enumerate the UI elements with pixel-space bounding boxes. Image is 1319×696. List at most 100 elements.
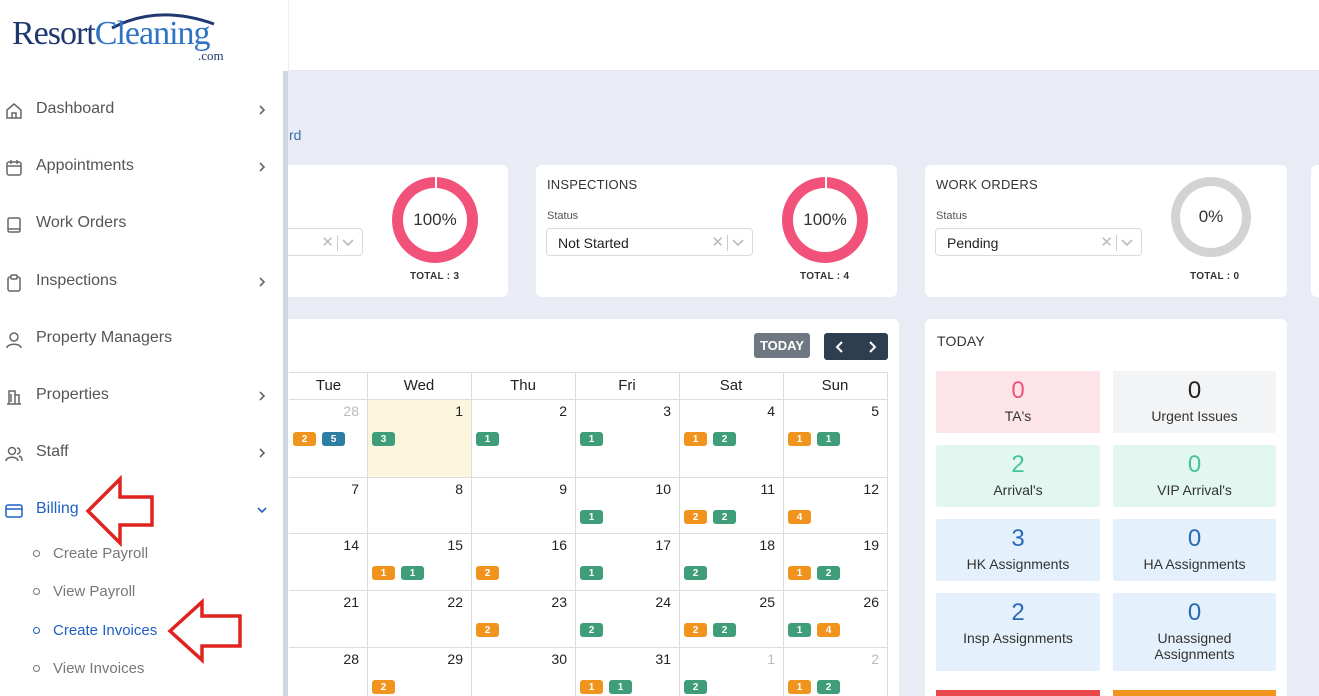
event-count-badge[interactable]: 1 bbox=[817, 432, 840, 446]
grid-line bbox=[471, 372, 472, 696]
stat-tile-count: 0 bbox=[1187, 451, 1202, 478]
event-count-badge[interactable]: 1 bbox=[580, 680, 603, 694]
day-number[interactable]: 16 bbox=[471, 537, 567, 553]
chevron-right-icon bbox=[259, 448, 266, 458]
day-number[interactable]: 8 bbox=[367, 481, 463, 497]
event-count-badge[interactable]: 1 bbox=[788, 680, 811, 694]
stat-tile[interactable]: 0 Urgent Issues bbox=[1113, 371, 1276, 433]
progress-percent: 100% bbox=[403, 188, 467, 252]
day-number[interactable]: 4 bbox=[679, 403, 775, 419]
sidebar-item-property-managers[interactable]: Property Managers bbox=[0, 319, 283, 359]
day-number[interactable]: 25 bbox=[679, 594, 775, 610]
sidebar-item-properties[interactable]: Properties bbox=[0, 376, 283, 416]
sidebar-item-inspections[interactable]: Inspections bbox=[0, 262, 283, 302]
day-number[interactable]: 1 bbox=[367, 403, 463, 419]
chevron-down-icon[interactable] bbox=[341, 235, 355, 252]
sidebar-scrollbar[interactable] bbox=[283, 71, 288, 696]
event-count-badge[interactable]: 2 bbox=[476, 623, 499, 637]
event-count-badge[interactable]: 1 bbox=[401, 566, 424, 580]
event-count-badge[interactable]: 2 bbox=[372, 680, 395, 694]
event-count-badge[interactable]: 1 bbox=[372, 566, 395, 580]
logo-area[interactable]: ResortCleaning .com bbox=[0, 0, 289, 71]
today-button[interactable]: TODAY bbox=[754, 333, 810, 358]
status-select[interactable]: Not Started ✕ bbox=[546, 228, 753, 256]
calendar-card bbox=[240, 319, 899, 696]
chevron-down-icon[interactable] bbox=[1120, 235, 1134, 252]
sidebar-item-staff[interactable]: Staff bbox=[0, 433, 283, 473]
stat-tile[interactable]: 0 TA's bbox=[936, 371, 1100, 433]
day-number[interactable]: 29 bbox=[367, 651, 463, 667]
day-number[interactable]: 3 bbox=[575, 403, 671, 419]
next-month-button[interactable] bbox=[856, 333, 888, 360]
ring-gap bbox=[825, 177, 827, 189]
day-number[interactable]: 31 bbox=[575, 651, 671, 667]
day-number[interactable]: 24 bbox=[575, 594, 671, 610]
clear-icon[interactable]: ✕ bbox=[321, 233, 334, 251]
sidebar-item-work-orders[interactable]: Work Orders bbox=[0, 204, 283, 244]
event-count-badge[interactable]: 5 bbox=[322, 432, 345, 446]
event-count-badge[interactable]: 1 bbox=[580, 566, 603, 580]
day-number[interactable]: 30 bbox=[471, 651, 567, 667]
progress-ring: 100% bbox=[392, 177, 478, 263]
day-number[interactable]: 15 bbox=[367, 537, 463, 553]
event-count-badge[interactable]: 1 bbox=[788, 566, 811, 580]
event-count-badge[interactable]: 1 bbox=[580, 432, 603, 446]
day-number[interactable]: 17 bbox=[575, 537, 671, 553]
day-number[interactable]: 1 bbox=[679, 651, 775, 667]
prev-month-button[interactable] bbox=[824, 333, 856, 360]
stat-tile[interactable]: 2 Arrival's bbox=[936, 445, 1100, 507]
event-count-badge[interactable]: 1 bbox=[476, 432, 499, 446]
stat-tile[interactable]: 2 Insp Assignments bbox=[936, 593, 1100, 671]
chevron-down-icon[interactable] bbox=[731, 235, 745, 252]
breadcrumb[interactable]: rd bbox=[289, 127, 301, 143]
event-count-badge[interactable]: 2 bbox=[580, 623, 603, 637]
stat-tile[interactable]: 0 VIP Arrival's bbox=[1113, 445, 1276, 507]
status-select[interactable]: Pending ✕ bbox=[935, 228, 1142, 256]
clear-icon[interactable]: ✕ bbox=[711, 233, 724, 251]
day-number[interactable]: 5 bbox=[783, 403, 879, 419]
event-count-badge[interactable]: 1 bbox=[580, 510, 603, 524]
event-count-badge[interactable]: 2 bbox=[684, 566, 707, 580]
event-count-badge[interactable]: 1 bbox=[788, 432, 811, 446]
chevron-right-icon bbox=[259, 277, 266, 287]
event-count-badge[interactable]: 2 bbox=[817, 566, 840, 580]
event-count-badge[interactable]: 2 bbox=[293, 432, 316, 446]
event-count-badge[interactable]: 2 bbox=[684, 680, 707, 694]
clear-icon[interactable]: ✕ bbox=[1100, 233, 1113, 251]
tile-orange-strip bbox=[1113, 690, 1276, 696]
event-count-badge[interactable]: 4 bbox=[817, 623, 840, 637]
chevron-right-icon bbox=[259, 391, 266, 401]
event-count-badge[interactable]: 2 bbox=[476, 566, 499, 580]
day-number[interactable]: 2 bbox=[471, 403, 567, 419]
event-count-badge[interactable]: 1 bbox=[609, 680, 632, 694]
day-number[interactable]: 18 bbox=[679, 537, 775, 553]
chevron-right-icon bbox=[259, 162, 266, 172]
event-count-badge[interactable]: 4 bbox=[788, 510, 811, 524]
day-number[interactable]: 23 bbox=[471, 594, 567, 610]
event-count-badge[interactable]: 2 bbox=[713, 510, 736, 524]
stat-tile[interactable]: 3 HK Assignments bbox=[936, 519, 1100, 581]
event-count-badge[interactable]: 2 bbox=[713, 432, 736, 446]
event-count-badge[interactable]: 2 bbox=[684, 510, 707, 524]
sidebar-item-appointments[interactable]: Appointments bbox=[0, 147, 283, 187]
day-header: Sun bbox=[821, 377, 849, 394]
event-count-badge[interactable]: 2 bbox=[817, 680, 840, 694]
day-number[interactable]: 26 bbox=[783, 594, 879, 610]
stat-tile[interactable]: 0 HA Assignments bbox=[1113, 519, 1276, 581]
event-count-badge[interactable]: 3 bbox=[372, 432, 395, 446]
grid-line bbox=[783, 372, 784, 696]
day-number[interactable]: 2 bbox=[783, 651, 879, 667]
event-count-badge[interactable]: 2 bbox=[713, 623, 736, 637]
event-count-badge[interactable]: 2 bbox=[684, 623, 707, 637]
stat-tile[interactable]: 0 Unassigned Assignments bbox=[1113, 593, 1276, 671]
day-number[interactable]: 11 bbox=[679, 481, 775, 497]
day-number[interactable]: 10 bbox=[575, 481, 671, 497]
day-number[interactable]: 12 bbox=[783, 481, 879, 497]
event-count-badge[interactable]: 1 bbox=[684, 432, 707, 446]
day-number[interactable]: 22 bbox=[367, 594, 463, 610]
event-count-badge[interactable]: 1 bbox=[788, 623, 811, 637]
day-number[interactable]: 19 bbox=[783, 537, 879, 553]
sidebar-item-dashboard[interactable]: Dashboard bbox=[0, 90, 283, 130]
bullet-icon bbox=[33, 588, 40, 595]
day-number[interactable]: 9 bbox=[471, 481, 567, 497]
